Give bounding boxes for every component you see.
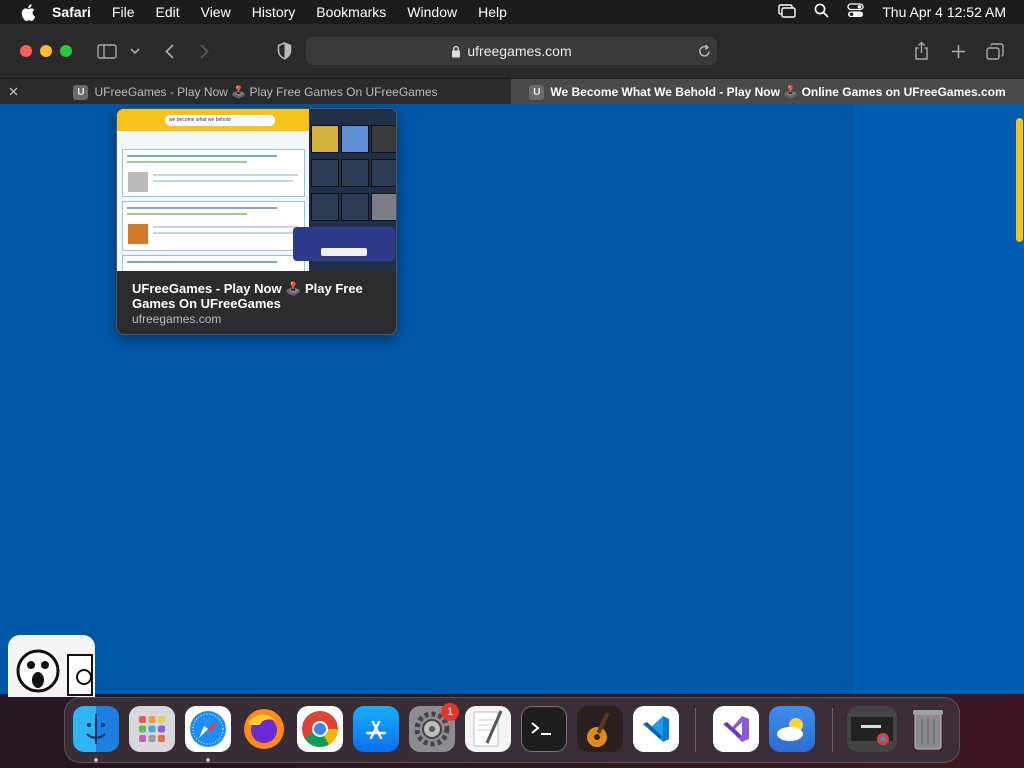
tab-we-become-what-we-behold[interactable]: U We Become What We Behold - Play Now 🕹️… — [511, 79, 1024, 105]
screaming-face-sketch-image[interactable] — [8, 635, 95, 697]
menu-window[interactable]: Window — [407, 4, 457, 20]
trash-icon — [913, 710, 943, 750]
dock-launchpad[interactable] — [129, 706, 175, 752]
firefox-icon — [244, 709, 284, 749]
dock-google-chrome[interactable] — [297, 706, 343, 752]
menu-view[interactable]: View — [201, 4, 231, 20]
minimize-window-button[interactable] — [40, 45, 52, 57]
new-tab-icon[interactable] — [947, 40, 969, 62]
control-center-icon[interactable] — [847, 3, 864, 21]
privacy-shield-icon[interactable] — [274, 40, 294, 62]
menu-app-name[interactable]: Safari — [52, 4, 91, 20]
tab-favicon: U — [73, 84, 89, 100]
dock-finder[interactable] — [73, 706, 119, 752]
tab-preview-title: UFreeGames - Play Now 🕹️ Play Free Games… — [132, 281, 363, 311]
address-bar-url: ufreegames.com — [467, 43, 572, 59]
apple-menu-icon[interactable] — [18, 2, 38, 22]
tab-preview-domain: ufreegames.com — [132, 312, 222, 326]
dock-visual-studio[interactable] — [713, 706, 759, 752]
chrome-icon — [302, 711, 338, 748]
sidebar-toggle-icon[interactable] — [96, 41, 118, 61]
dock-system-settings[interactable]: 1 — [409, 703, 459, 752]
dock-weather[interactable] — [769, 706, 815, 752]
menu-help[interactable]: Help — [478, 4, 507, 20]
textedit-pen-icon — [473, 710, 503, 747]
tab-overview-icon[interactable] — [984, 40, 1006, 62]
reload-icon[interactable] — [696, 43, 712, 59]
thumbnail-cookie-notice — [293, 227, 395, 261]
tab-preview-thumbnail: we become what we behold — [117, 109, 396, 271]
dock-app-store[interactable] — [353, 706, 399, 752]
guitar-icon — [587, 712, 610, 747]
dock-garageband[interactable] — [577, 706, 623, 752]
tab-title: We Become What We Behold - Play Now 🕹️ O… — [550, 85, 1006, 99]
app-store-icon — [365, 720, 387, 740]
safari-compass-icon — [190, 711, 226, 747]
menu-bar: Safari File Edit View History Bookmarks … — [0, 0, 1024, 24]
menu-history[interactable]: History — [252, 4, 296, 20]
thumbnail-result — [122, 201, 305, 251]
dock: 1 — [64, 697, 960, 763]
menu-bookmarks[interactable]: Bookmarks — [316, 4, 386, 20]
dock-trash[interactable] — [905, 706, 951, 752]
tab-preview-card: we become what we behold UFreeGames - Pl… — [116, 108, 397, 335]
dock-firefox[interactable] — [241, 706, 287, 752]
tab-group-chevron-down-icon[interactable] — [128, 43, 142, 59]
thumbnail-result — [122, 255, 305, 271]
tab-bar: U UFreeGames - Play Now 🕹️ Play Free Gam… — [0, 78, 1024, 105]
weather-cloud-icon — [777, 718, 803, 741]
close-window-button[interactable] — [20, 45, 32, 57]
menu-file[interactable]: File — [112, 4, 135, 20]
dock-textedit[interactable] — [465, 706, 511, 752]
vscode-icon — [643, 716, 669, 742]
zoom-window-button[interactable] — [60, 45, 72, 57]
tab-title: UFreeGames - Play Now 🕹️ Play Free Games… — [94, 85, 438, 99]
tab-favicon: U — [529, 84, 545, 100]
dock-chrome-minimized-window[interactable] — [847, 706, 897, 752]
share-icon[interactable] — [910, 39, 932, 61]
page-side-panel — [854, 104, 1024, 694]
dock-visual-studio-code[interactable] — [633, 706, 679, 752]
page-scrollbar[interactable] — [1016, 118, 1023, 242]
thumbnail-search-box: we become what we behold — [165, 115, 275, 126]
window-thumbnail-icon — [851, 717, 893, 745]
screen-mirroring-icon[interactable] — [778, 3, 796, 21]
lock-icon — [451, 45, 461, 58]
address-bar[interactable]: ufreegames.com — [306, 37, 717, 65]
dock-terminal[interactable] — [521, 706, 567, 752]
notification-badge: 1 — [441, 703, 459, 721]
forward-button[interactable] — [195, 41, 213, 61]
thumbnail-result — [122, 149, 305, 197]
close-tab-icon[interactable] — [6, 84, 20, 98]
back-button[interactable] — [160, 41, 178, 61]
visual-studio-icon — [723, 716, 749, 742]
dock-safari[interactable] — [185, 706, 231, 752]
terminal-prompt-icon — [531, 722, 551, 735]
finder-icon — [86, 714, 106, 744]
menu-bar-clock[interactable]: Thu Apr 4 12:52 AM — [882, 4, 1006, 20]
spotlight-search-icon[interactable] — [814, 3, 829, 21]
launchpad-grid-icon — [139, 716, 165, 742]
safari-toolbar: ufreegames.com — [0, 24, 1024, 78]
tab-ufreegames-home[interactable]: U UFreeGames - Play Now 🕹️ Play Free Gam… — [0, 79, 511, 105]
menu-edit[interactable]: Edit — [155, 4, 179, 20]
